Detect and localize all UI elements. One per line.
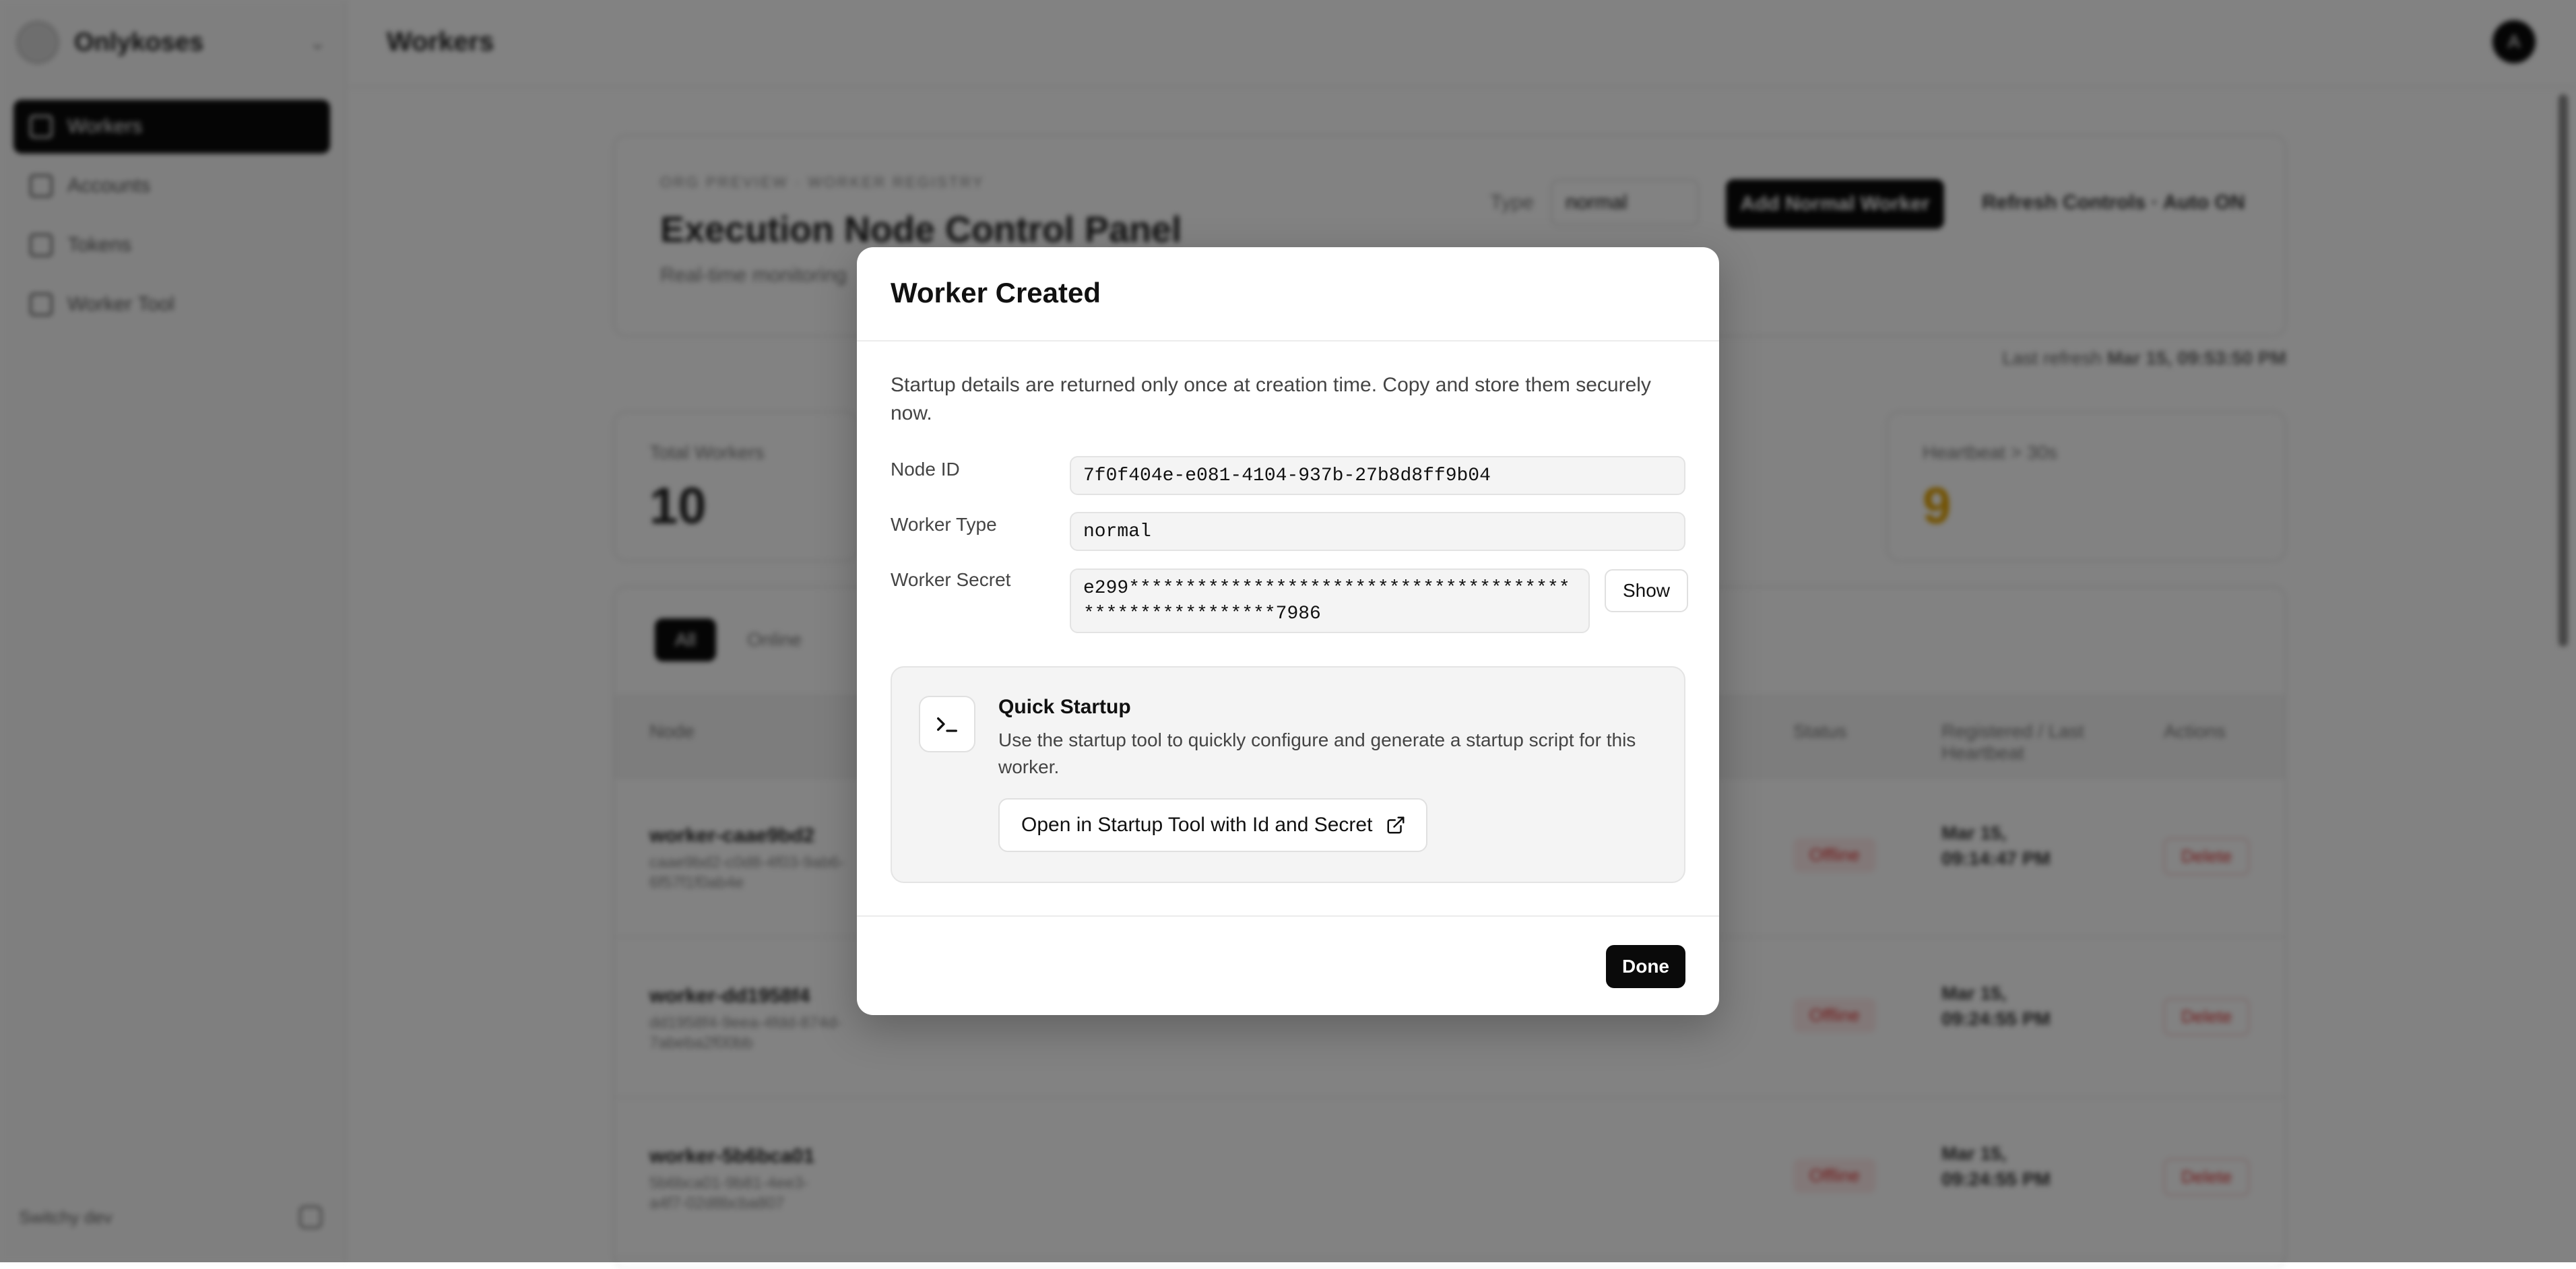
dialog-title: Worker Created bbox=[891, 277, 1101, 308]
worker-type-field[interactable]: normal bbox=[1070, 512, 1685, 551]
show-secret-button[interactable]: Show bbox=[1605, 569, 1688, 612]
external-link-icon bbox=[1386, 815, 1406, 835]
worker-type-label: Worker Type bbox=[891, 514, 997, 535]
worker-secret-value: e299************************************… bbox=[1083, 578, 1570, 624]
node-id-value: 7f0f404e-e081-4104-937b-27b8d8ff9b04 bbox=[1083, 465, 1491, 486]
terminal-icon bbox=[919, 696, 975, 752]
done-button[interactable]: Done bbox=[1606, 945, 1685, 988]
open-startup-tool-label: Open in Startup Tool with Id and Secret bbox=[1021, 814, 1373, 836]
worker-secret-label: Worker Secret bbox=[891, 569, 1011, 590]
dialog-header: Worker Created bbox=[857, 247, 1719, 341]
worker-secret-field[interactable]: e299************************************… bbox=[1070, 568, 1590, 633]
worker-type-value: normal bbox=[1083, 521, 1151, 542]
dialog-description: Startup details are returned only once a… bbox=[891, 374, 1651, 424]
dialog-footer: Done bbox=[857, 915, 1719, 1016]
node-id-label: Node ID bbox=[891, 459, 960, 480]
worker-created-dialog: Worker Created Startup details are retur… bbox=[857, 247, 1719, 1015]
node-id-field[interactable]: 7f0f404e-e081-4104-937b-27b8d8ff9b04 bbox=[1070, 456, 1685, 495]
quick-startup-card: Quick Startup Use the startup tool to qu… bbox=[891, 666, 1685, 883]
quick-startup-description: Use the startup tool to quickly configur… bbox=[998, 729, 1636, 777]
quick-startup-title: Quick Startup bbox=[998, 696, 1131, 718]
open-startup-tool-button[interactable]: Open in Startup Tool with Id and Secret bbox=[998, 798, 1428, 852]
